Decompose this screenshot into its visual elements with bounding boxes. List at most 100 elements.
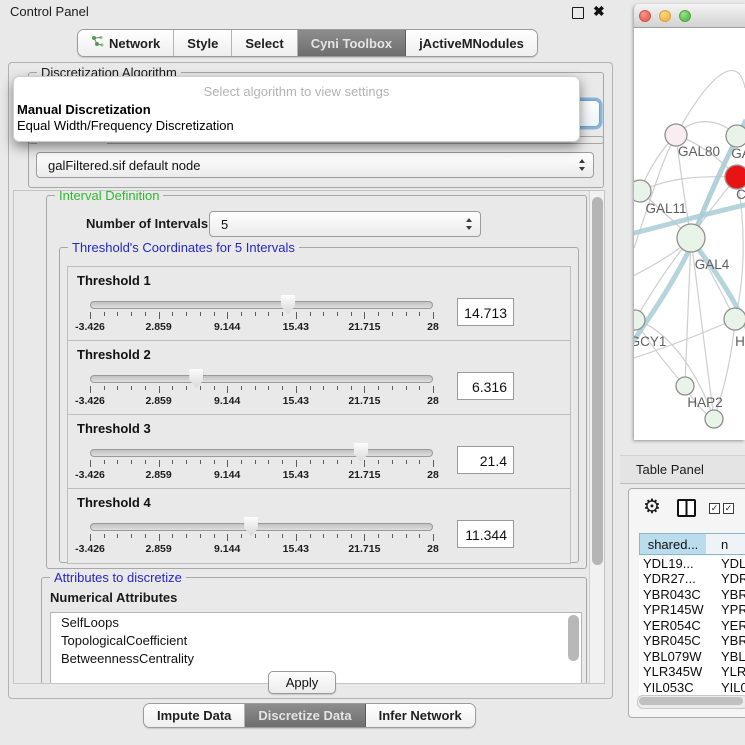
slider-tick	[241, 534, 242, 538]
list-scrollbar-thumb[interactable]	[568, 615, 579, 661]
network-edge	[634, 242, 693, 346]
popup-option-equal-width-frequency-discretization[interactable]: Equal Width/Frequency Discretization	[17, 118, 234, 133]
network-edge	[640, 177, 737, 191]
slider-thumb[interactable]	[244, 517, 258, 536]
split-view-icon[interactable]	[677, 499, 696, 517]
slider-tick	[323, 460, 324, 464]
vertical-scrollbar[interactable]	[589, 191, 605, 683]
traffic-light-minimize[interactable]	[659, 10, 671, 22]
table-panel-title: Table Panel	[636, 462, 704, 477]
slider-tick	[227, 386, 228, 393]
tick-label: -3.426	[68, 321, 112, 333]
tab-label: jActiveMNodules	[419, 36, 524, 51]
table-row[interactable]: YER054CYER0	[639, 618, 745, 634]
popup-option-manual-discretization[interactable]: Manual Discretization	[17, 102, 151, 117]
network-node-hap2[interactable]	[676, 377, 694, 395]
slider-tick	[323, 312, 324, 316]
slider-tick	[268, 386, 269, 390]
table-data-combobox[interactable]: galFiltered.sif default node	[36, 152, 594, 178]
column-header-name[interactable]: n	[706, 533, 745, 555]
tab-label: Network	[109, 36, 160, 51]
tab-label: Impute Data	[157, 708, 231, 723]
tab-select[interactable]: Select	[232, 30, 297, 56]
threshold-slider[interactable]: -3.4262.8599.14415.4321.71528	[90, 517, 433, 557]
slider-thumb[interactable]	[354, 443, 368, 462]
network-node-gal11[interactable]	[634, 180, 651, 202]
network-node-gal4[interactable]	[677, 224, 705, 252]
slider-track[interactable]	[90, 523, 433, 531]
tab-cyni-toolbox[interactable]: Cyni Toolbox	[298, 30, 406, 56]
slider-tick	[172, 534, 173, 538]
slider-tick	[337, 386, 338, 390]
slider-tick	[145, 312, 146, 316]
node-label: HAP2	[687, 395, 722, 410]
gear-icon[interactable]: ⚙	[643, 494, 661, 519]
network-node-c[interactable]	[725, 165, 745, 189]
slider-thumb[interactable]	[189, 369, 203, 388]
slider-tick	[392, 534, 393, 538]
tab-discretize-data[interactable]: Discretize Data	[245, 704, 365, 727]
traffic-light-zoom[interactable]	[679, 10, 691, 22]
slider-thumb[interactable]	[281, 295, 295, 314]
checkbox-icon[interactable]: ✓	[723, 503, 734, 514]
slider-tick	[159, 386, 160, 393]
horizontal-scrollbar[interactable]	[637, 695, 745, 709]
table-row[interactable]: YBL079WYBL0	[639, 649, 745, 665]
table-cell: YIL0	[721, 680, 745, 695]
list-item-selfloops[interactable]: SelfLoops	[51, 613, 581, 631]
column-header-shared-name[interactable]: shared...	[639, 533, 707, 555]
slider-tick	[378, 312, 379, 316]
table-row[interactable]: YIL053CYIL0	[639, 680, 745, 696]
apply-button[interactable]: Apply	[268, 671, 336, 694]
table-row[interactable]: YLR345WYLR3	[639, 664, 745, 680]
vertical-scrollbar-thumb[interactable]	[592, 197, 603, 565]
slider-track[interactable]	[90, 301, 433, 309]
threshold-panel: Threshold 3-3.4262.8599.14415.4321.71528…	[67, 414, 571, 490]
table-cell: YBL079W	[643, 649, 702, 664]
table-row[interactable]: YDL19...YDL1	[639, 556, 745, 572]
slider-tick	[406, 460, 407, 464]
threshold-slider[interactable]: -3.4262.8599.14415.4321.71528	[90, 369, 433, 409]
slider-tick	[255, 312, 256, 316]
threshold-slider[interactable]: -3.4262.8599.14415.4321.71528	[90, 443, 433, 483]
tab-jactivemnodules[interactable]: jActiveMNodules	[406, 30, 537, 56]
list-item-topologicalcoefficient[interactable]: TopologicalCoefficient	[51, 631, 581, 649]
slider-tick	[351, 460, 352, 464]
slider-track[interactable]	[90, 375, 433, 383]
threshold-slider[interactable]: -3.4262.8599.14415.4321.71528	[90, 295, 433, 335]
tab-infer-network[interactable]: Infer Network	[366, 704, 475, 727]
tab-impute-data[interactable]: Impute Data	[144, 704, 245, 727]
table-row[interactable]: YDR27...YDR2	[639, 571, 745, 587]
tab-style[interactable]: Style	[174, 30, 232, 56]
checkbox-icon[interactable]: ✓	[709, 503, 720, 514]
slider-track[interactable]	[90, 449, 433, 457]
slider-tick	[90, 312, 91, 319]
threshold-value-field[interactable]: 14.713	[457, 298, 514, 326]
interval-definition-label: Interval Definition	[55, 190, 163, 203]
slider-tick	[104, 386, 105, 390]
float-icon[interactable]	[572, 7, 584, 19]
slider-tick	[241, 312, 242, 316]
horizontal-scrollbar-thumb[interactable]	[639, 697, 743, 705]
tab-network[interactable]: Network	[78, 30, 174, 56]
table-row[interactable]: YPR145WYPR1	[639, 602, 745, 618]
threshold-value-field[interactable]: 6.316	[457, 372, 514, 400]
slider-tick	[159, 312, 160, 319]
network-node-h[interactable]	[724, 308, 745, 330]
network-node-gal80[interactable]	[665, 124, 687, 146]
slider-tick	[433, 460, 434, 467]
threshold-value-field[interactable]: 21.4	[457, 446, 514, 474]
node-label: C	[736, 187, 745, 202]
table-row[interactable]: YBR045CYBR0	[639, 633, 745, 649]
traffic-light-close[interactable]	[639, 10, 651, 22]
network-node[interactable]	[705, 410, 723, 428]
list-item-betweennesscentrality[interactable]: BetweennessCentrality	[51, 649, 581, 667]
table-cell: YBR0	[721, 587, 745, 602]
number-of-intervals-combobox[interactable]: 5	[209, 211, 481, 237]
slider-tick	[310, 386, 311, 390]
slider-tick	[117, 386, 118, 390]
threshold-value-field[interactable]: 11.344	[457, 520, 514, 548]
close-icon[interactable]: ✖	[593, 3, 605, 20]
network-node-ga[interactable]	[726, 125, 745, 147]
table-row[interactable]: YBR043CYBR0	[639, 587, 745, 603]
